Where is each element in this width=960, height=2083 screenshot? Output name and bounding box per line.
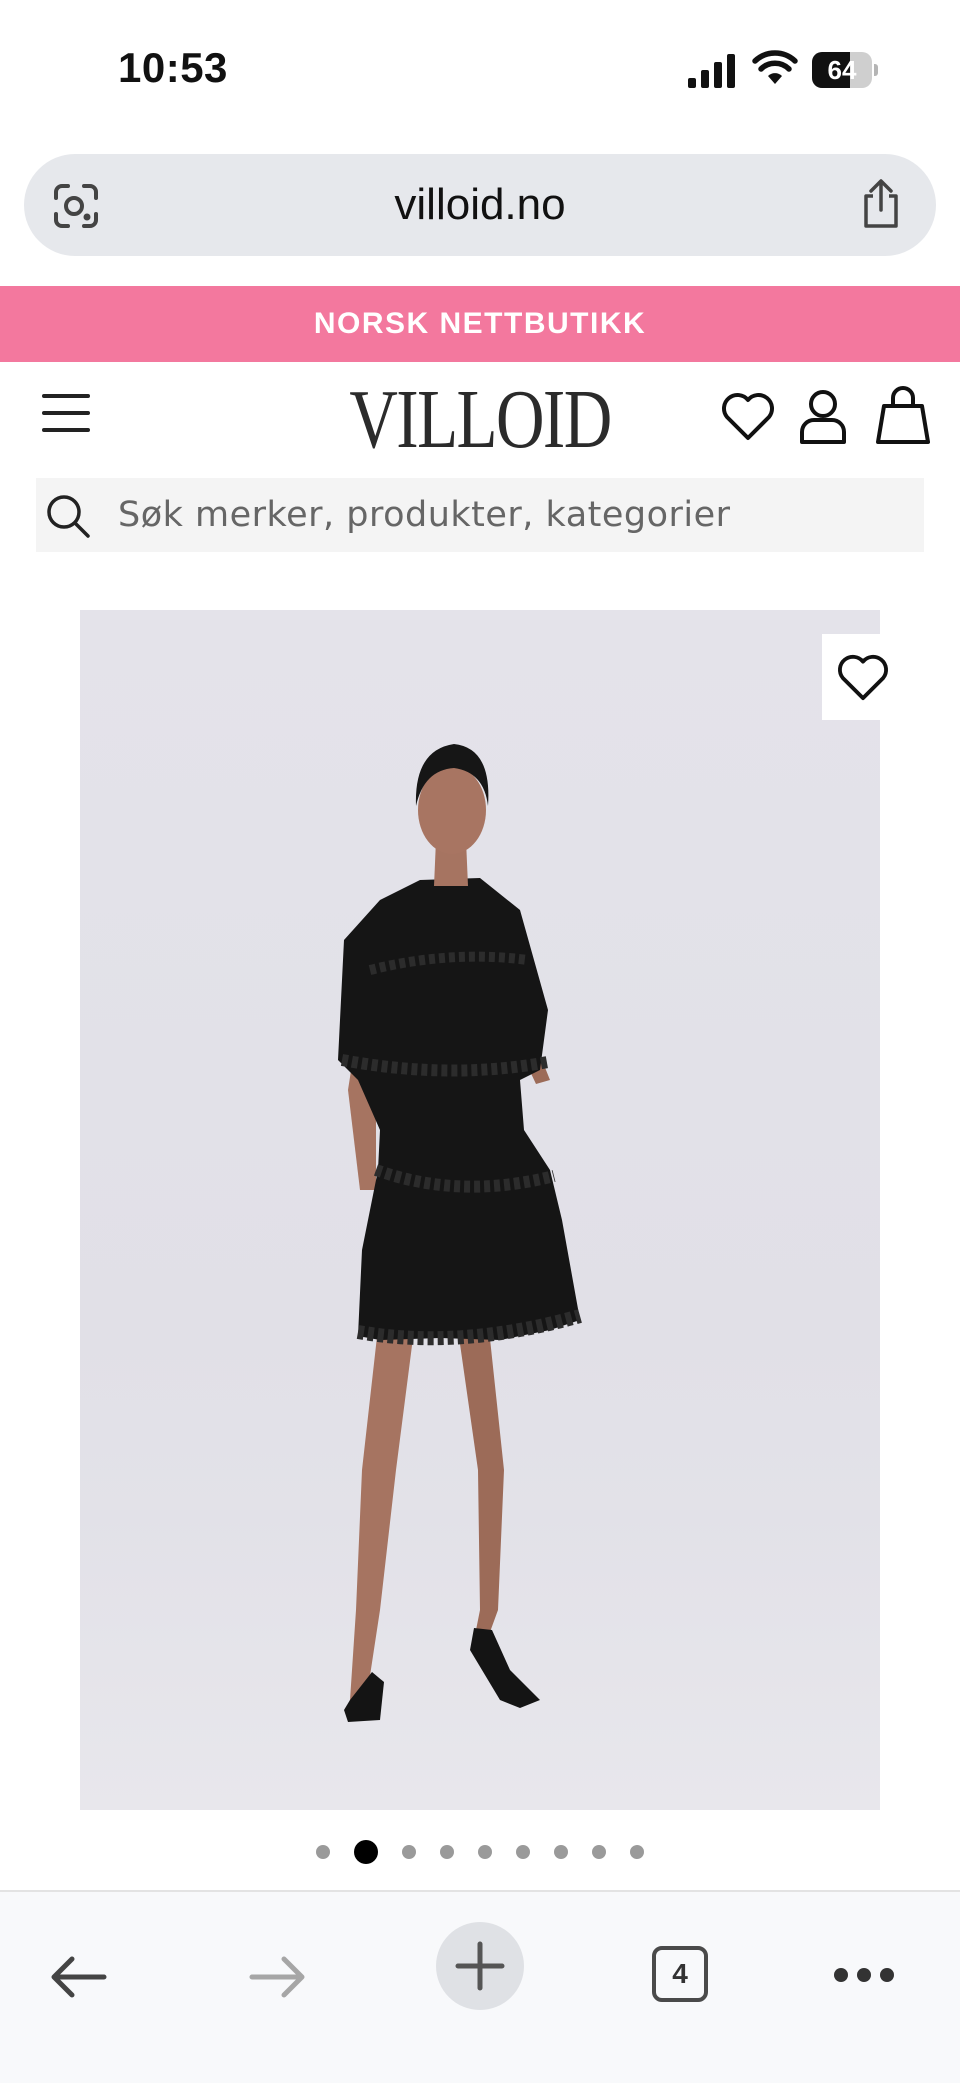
promo-banner: NORSK NETTBUTIKK: [0, 286, 960, 362]
status-time: 10:53: [118, 44, 228, 91]
carousel-dot[interactable]: [478, 1845, 492, 1859]
heart-icon: [838, 654, 888, 701]
more-icon[interactable]: [834, 1968, 894, 1984]
carousel-dot[interactable]: [516, 1845, 530, 1859]
model-in-black-dress-illustration: [80, 744, 880, 1810]
carousel-dot[interactable]: [440, 1845, 454, 1859]
menu-icon[interactable]: [42, 394, 90, 434]
tabs-button[interactable]: 4: [652, 1946, 708, 2002]
carousel-dot[interactable]: [402, 1845, 416, 1859]
url-text[interactable]: villoid.no: [24, 154, 936, 256]
plus-icon: [455, 1941, 505, 1991]
user-icon[interactable]: [798, 388, 848, 446]
browser-toolbar: 4: [0, 1890, 960, 2083]
carousel-dot[interactable]: [354, 1840, 378, 1864]
carousel-dot[interactable]: [630, 1845, 644, 1859]
battery-icon: 64: [812, 52, 878, 88]
site-logo[interactable]: VILLOID: [320, 370, 640, 470]
shopping-bag-icon[interactable]: [874, 384, 932, 446]
forward-arrow-icon[interactable]: [248, 1952, 308, 2002]
battery-percent: 64: [827, 55, 857, 85]
product-image[interactable]: [80, 610, 880, 1810]
search-input[interactable]: [118, 478, 908, 552]
carousel-dot[interactable]: [316, 1845, 330, 1859]
share-icon[interactable]: [856, 178, 906, 230]
search-icon: [47, 495, 90, 538]
new-tab-button[interactable]: [436, 1922, 524, 2010]
back-arrow-icon[interactable]: [48, 1952, 108, 2002]
carousel-dot[interactable]: [554, 1845, 568, 1859]
address-bar[interactable]: villoid.no: [24, 154, 936, 256]
carousel-dot[interactable]: [592, 1845, 606, 1859]
wifi-icon: [752, 50, 798, 84]
google-lens-icon[interactable]: [52, 182, 100, 230]
favorite-button[interactable]: [822, 634, 902, 720]
wishlist-heart-icon[interactable]: [720, 390, 776, 442]
search-bar[interactable]: [36, 478, 924, 552]
signal-icon: [688, 50, 736, 88]
carousel-pagination: [0, 1836, 960, 1868]
